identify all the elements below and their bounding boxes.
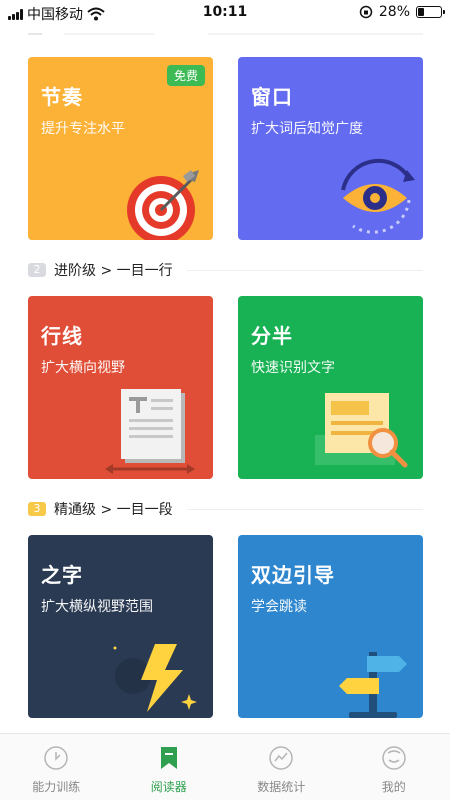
bookmark-icon	[160, 747, 177, 769]
card-half[interactable]: 分半 快速识别文字	[238, 296, 423, 479]
eye-icon	[341, 158, 415, 234]
battery-fill	[418, 8, 425, 16]
document-icon	[105, 389, 195, 474]
section-header-advanced: 2 进阶级 > 一目一行	[28, 259, 423, 281]
tab-label: 能力训练	[32, 780, 81, 794]
section-header-expert: 3 精通级 > 一目一段	[28, 498, 423, 520]
card-title: 之字	[41, 563, 83, 587]
card-title: 节奏	[41, 85, 83, 109]
section-number-badge: 3	[28, 502, 46, 516]
clock-icon	[44, 746, 68, 770]
card-rhythm[interactable]: 节奏 提升专注水平 免费	[28, 57, 213, 240]
orientation-lock-icon	[359, 5, 373, 19]
section-divider	[186, 269, 423, 271]
section-divider	[186, 508, 423, 510]
tab-label: 数据统计	[257, 780, 306, 794]
card-title: 双边引导	[251, 563, 335, 587]
tab-reader[interactable]: 阅读器	[113, 734, 226, 800]
card-title: 窗口	[251, 85, 293, 109]
target-icon	[127, 170, 199, 240]
status-bar: 中国移动 10:11 28%	[0, 0, 450, 26]
tab-label: 阅读器	[150, 780, 187, 794]
card-subtitle: 学会跳读	[251, 599, 307, 615]
scrolled-section-divider	[28, 30, 423, 38]
card-window[interactable]: 窗口 扩大词后知觉广度	[238, 57, 423, 240]
smile-icon	[382, 746, 406, 770]
card-zigzag[interactable]: 之字 扩大横纵视野范围	[28, 535, 213, 718]
status-right: 28%	[359, 4, 445, 20]
tab-ability-training[interactable]: 能力训练	[0, 734, 113, 800]
battery-icon	[416, 6, 445, 18]
card-line[interactable]: 行线 扩大横向视野	[28, 296, 213, 479]
card-title: 分半	[251, 324, 293, 348]
tab-label: 我的	[381, 780, 406, 794]
free-badge: 免费	[166, 65, 205, 86]
battery-percent: 28%	[378, 4, 410, 20]
section-label: 精通级 > 一目一段	[54, 502, 173, 518]
card-title: 行线	[41, 324, 83, 348]
tab-mine[interactable]: 我的	[338, 734, 450, 800]
lightning-icon	[113, 644, 197, 712]
chart-icon	[269, 746, 293, 770]
signpost-icon	[339, 652, 407, 718]
section-label: 进阶级 > 一目一行	[54, 263, 173, 279]
magnifier-icon	[315, 393, 408, 468]
bottom-tab-bar: 能力训练 阅读器 数据统计 我的	[0, 733, 450, 800]
section-number-badge: 2	[28, 263, 46, 277]
tab-data-statistics[interactable]: 数据统计	[225, 734, 338, 800]
card-bilateral-guide[interactable]: 双边引导 学会跳读	[238, 535, 423, 718]
